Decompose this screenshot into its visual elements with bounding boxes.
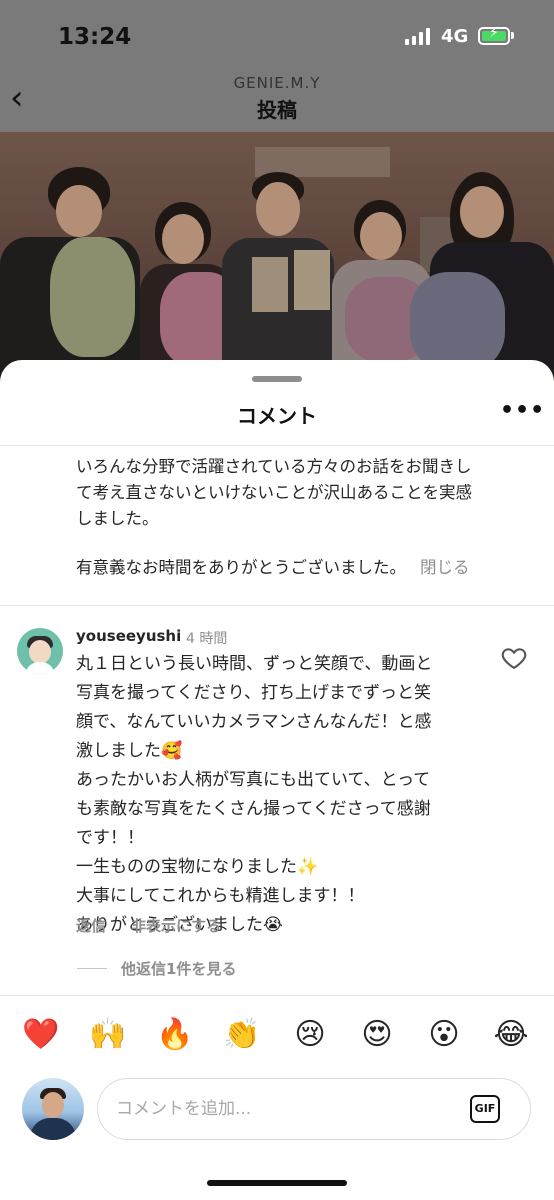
- comment-line: 一生ものの宝物になりました✨: [76, 857, 319, 877]
- emoji-crying-button[interactable]: 😢: [290, 1015, 330, 1055]
- sheet-grabber[interactable]: [252, 376, 302, 382]
- commenter-avatar[interactable]: [17, 628, 63, 674]
- home-indicator: [207, 1180, 347, 1186]
- my-avatar: [22, 1078, 84, 1140]
- emoji-surprised-button[interactable]: 😮: [424, 1015, 464, 1055]
- comment-line: あったかいお人柄が写真にも出ていて、とって: [76, 770, 431, 790]
- status-time: 13:24: [58, 24, 132, 50]
- previous-comment-line: て考え直さないといけないことが沢山あることを実感: [76, 483, 472, 502]
- post-header: ‹ GENIE.M.Y 投稿: [0, 70, 554, 132]
- reply-button[interactable]: 返信: [76, 915, 106, 936]
- previous-comment-last-line: 有意義なお時間をありがとうございました。 閉じる: [76, 555, 470, 581]
- hide-button[interactable]: 非表示にする: [131, 915, 221, 936]
- previous-comment-text: いろんな分野で活躍されている方々のお話をお聞きし て考え直さないといけないことが…: [76, 454, 472, 532]
- post-photo: [0, 132, 554, 392]
- comment-line: ありがとうございました😭: [76, 915, 283, 935]
- collapse-link[interactable]: 閉じる: [420, 558, 470, 577]
- emoji-heart-button[interactable]: ❤️: [21, 1015, 61, 1055]
- emoji-fire-button[interactable]: 🔥: [155, 1015, 195, 1055]
- replies-line: [77, 968, 107, 969]
- heart-outline-icon[interactable]: [500, 644, 528, 672]
- comment-line: 写真を撮ってくださり、打ち上げまでずっと笑: [76, 683, 431, 703]
- photo-bouquet-4: [410, 272, 505, 372]
- emoji-heart-eyes-button[interactable]: 😍: [357, 1015, 397, 1055]
- comment-composer: GIF: [97, 1078, 531, 1140]
- comment-line: 丸１日という長い時間、ずっと笑顔で、動画と: [76, 654, 433, 674]
- comment-username[interactable]: youseeyushi: [76, 627, 181, 645]
- page-title: 投稿: [257, 98, 297, 122]
- comment-line: 大事にしてこれからも精進します！！: [76, 886, 365, 906]
- divider: [0, 995, 554, 996]
- previous-comment-line: いろんな分野で活躍されている方々のお話をお聞きし: [76, 457, 472, 476]
- previous-comment-line: しました。: [76, 509, 159, 528]
- comment-timestamp: 4 時間: [186, 631, 228, 647]
- status-bar: 13:24 4G ⚡: [0, 0, 554, 70]
- emoji-reaction-bar: ❤️ 🙌 🔥 👏 😢 😍 😮 😂: [0, 1015, 554, 1055]
- comment-input[interactable]: [116, 1079, 456, 1139]
- divider: [0, 445, 554, 446]
- emoji-raised-hands-button[interactable]: 🙌: [88, 1015, 128, 1055]
- emoji-laughing-button[interactable]: 😂: [491, 1015, 531, 1055]
- divider: [0, 605, 554, 606]
- sheet-title: コメント: [237, 404, 317, 428]
- comment-line: 顔で、なんていいカメラマンさんなんだ！と感: [76, 712, 432, 732]
- photo-bouquet-1: [50, 237, 135, 357]
- comment-line: も素敵な写真をたくさん撮ってくださって感謝: [76, 799, 431, 819]
- view-replies-button[interactable]: 他返信1件を見る: [121, 958, 236, 979]
- previous-comment-line: 有意義なお時間をありがとうございました。: [76, 558, 406, 577]
- gif-icon[interactable]: GIF: [470, 1095, 500, 1123]
- photo-book-1: [252, 257, 288, 312]
- battery-icon: ⚡: [478, 25, 510, 45]
- comment-body: 丸１日という長い時間、ずっと笑顔で、動画と 写真を撮ってくださり、打ち上げまでず…: [76, 650, 432, 940]
- more-horizontal-icon[interactable]: •••: [500, 398, 545, 423]
- comment-line: です！！: [76, 828, 144, 848]
- signal-icon: [405, 28, 430, 45]
- photo-book-2: [294, 250, 330, 310]
- account-name: GENIE.M.Y: [233, 74, 321, 92]
- battery-tip: [511, 32, 514, 39]
- network-type: 4G: [441, 26, 469, 47]
- comment-line: 激しました🥰: [76, 741, 183, 761]
- emoji-clap-button[interactable]: 👏: [222, 1015, 262, 1055]
